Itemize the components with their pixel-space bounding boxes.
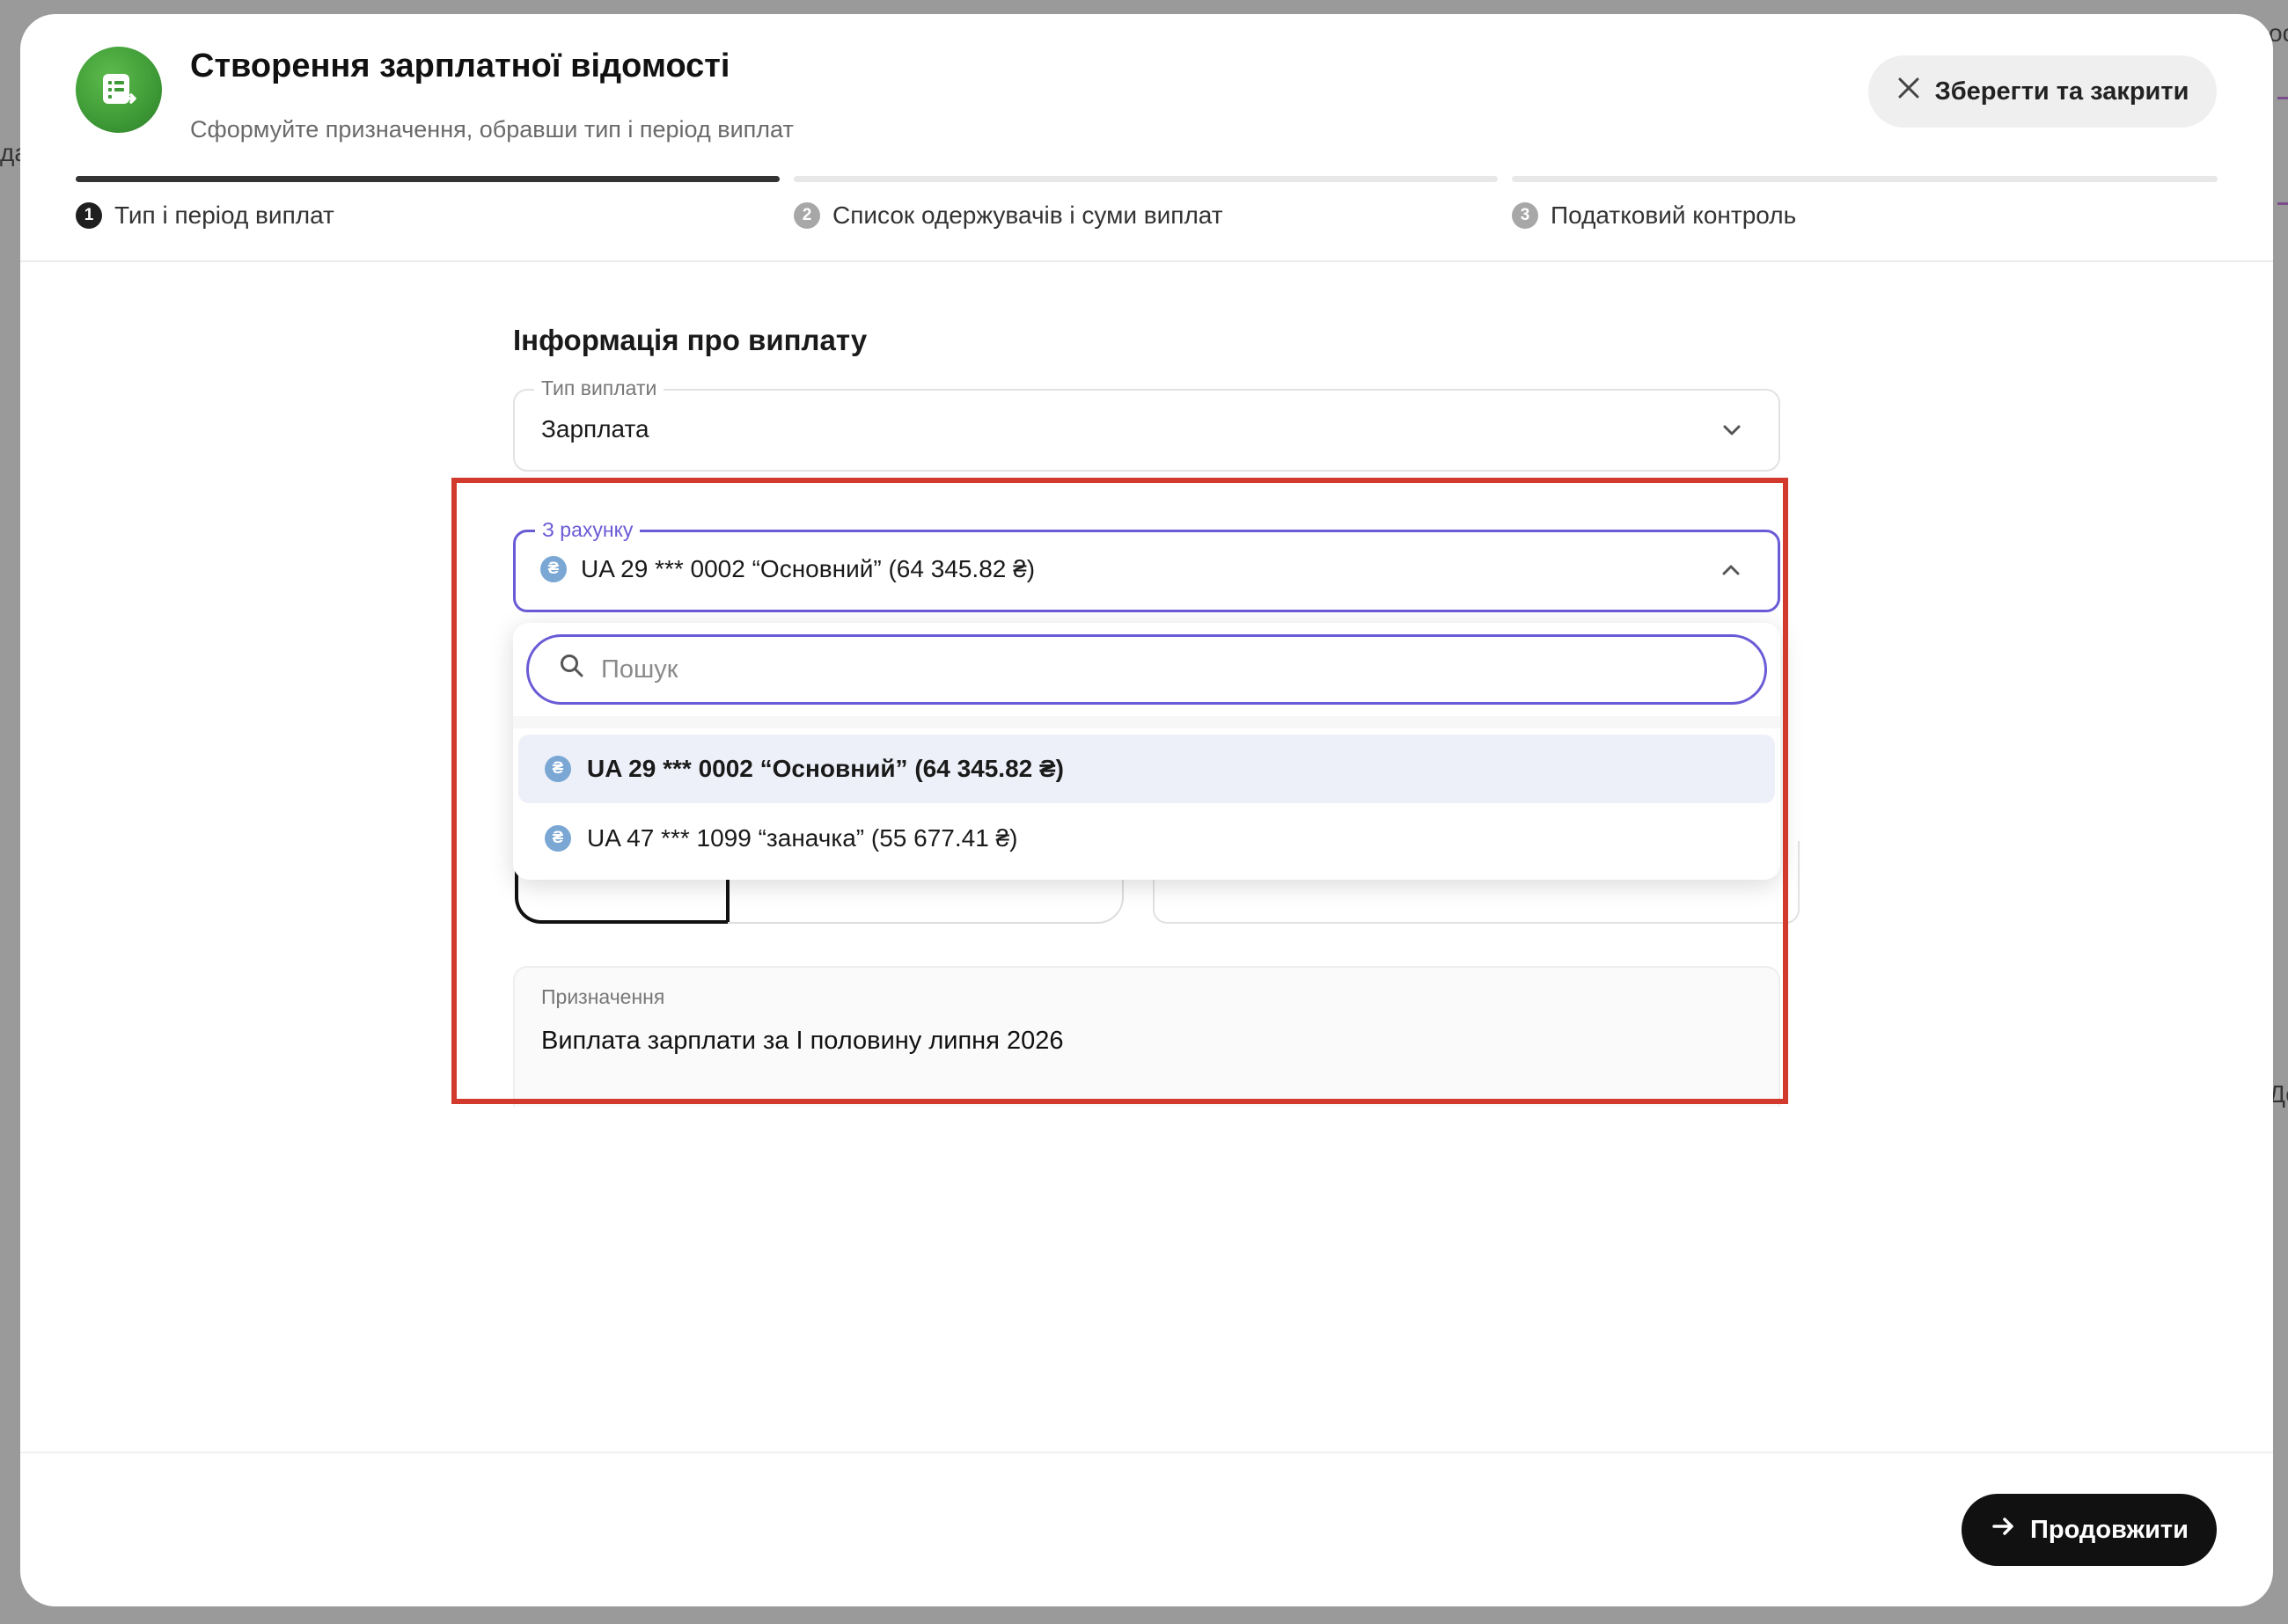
- hryvnia-currency-icon: ₴: [540, 556, 567, 582]
- search-input[interactable]: [601, 655, 1657, 684]
- account-option-label: UA 47 *** 1099 “заначка” (55 677.41 ₴): [587, 824, 1018, 852]
- step-progress-bar: [76, 176, 780, 182]
- step-tax-control[interactable]: 3 Податковий контроль: [1512, 176, 2218, 230]
- header-divider: [20, 260, 2273, 262]
- purpose-value: Виплата зарплати за І половину липня 202…: [541, 1027, 1064, 1055]
- footer-divider: [20, 1452, 2273, 1453]
- arrow-right-icon: [1990, 1513, 2016, 1547]
- step-type-period[interactable]: 1 Тип і період виплат: [76, 176, 780, 230]
- search-icon: [559, 653, 585, 686]
- account-option-label: UA 29 *** 0002 “Основний” (64 345.82 ₴): [587, 755, 1065, 782]
- step-number: 1: [76, 202, 102, 229]
- hryvnia-currency-icon: ₴: [545, 825, 571, 852]
- close-icon: [1896, 76, 1921, 107]
- from-account-label: З рахунку: [535, 518, 641, 542]
- account-search-field[interactable]: [526, 634, 1767, 705]
- from-account-select[interactable]: З рахунку ₴ UA 29 *** 0002 “Основний” (6…: [513, 518, 1780, 612]
- purpose-field[interactable]: Призначення Виплата зарплати за І полови…: [513, 966, 1780, 1107]
- modal-subtitle: Сформуйте призначення, обравши тип і пер…: [190, 116, 794, 143]
- step-label: Список одержувачів і суми виплат: [832, 201, 1223, 229]
- step-progress-bar: [794, 176, 1498, 182]
- purpose-label: Призначення: [541, 985, 665, 1008]
- step-recipients-amounts[interactable]: 2 Список одержувачів і суми виплат: [794, 176, 1498, 230]
- account-option[interactable]: ₴ UA 47 *** 1099 “заначка” (55 677.41 ₴): [518, 804, 1775, 873]
- payroll-modal: Створення зарплатної відомості Сформуйте…: [20, 14, 2273, 1606]
- dropdown-separator: [513, 716, 1780, 728]
- step-number: 3: [1512, 202, 1538, 229]
- step-progress-bar: [1512, 176, 2218, 182]
- background-accent-line: [2277, 97, 2288, 99]
- stepper: 1 Тип і період виплат 2 Список одержувач…: [76, 176, 2218, 255]
- payment-type-value: Зарплата: [541, 415, 649, 443]
- payroll-document-icon: [76, 47, 162, 133]
- step-label: Податковий контроль: [1551, 201, 1797, 229]
- chevron-up-icon: [1720, 559, 1742, 586]
- from-account-value: UA 29 *** 0002 “Основний” (64 345.82 ₴): [581, 555, 1036, 582]
- continue-label: Продовжити: [2030, 1515, 2189, 1544]
- step-label: Тип і період виплат: [114, 201, 334, 229]
- chevron-down-icon: [1720, 419, 1743, 446]
- save-and-close-label: Зберегти та закрити: [1934, 77, 2189, 106]
- hryvnia-currency-icon: ₴: [545, 756, 571, 782]
- step-number: 2: [794, 202, 820, 229]
- section-title: Інформація про виплату: [513, 324, 868, 356]
- payment-type-label: Тип виплати: [534, 377, 664, 400]
- account-option[interactable]: ₴ UA 29 *** 0002 “Основний” (64 345.82 ₴…: [518, 735, 1775, 803]
- account-dropdown: ₴ UA 29 *** 0002 “Основний” (64 345.82 ₴…: [513, 623, 1780, 880]
- background-accent-line: [2277, 202, 2288, 205]
- modal-title: Створення зарплатної відомості: [190, 48, 730, 84]
- payment-type-select[interactable]: Тип виплати Зарплата: [513, 377, 1780, 472]
- save-and-close-button[interactable]: Зберегти та закрити: [1868, 55, 2217, 128]
- continue-button[interactable]: Продовжити: [1962, 1494, 2217, 1566]
